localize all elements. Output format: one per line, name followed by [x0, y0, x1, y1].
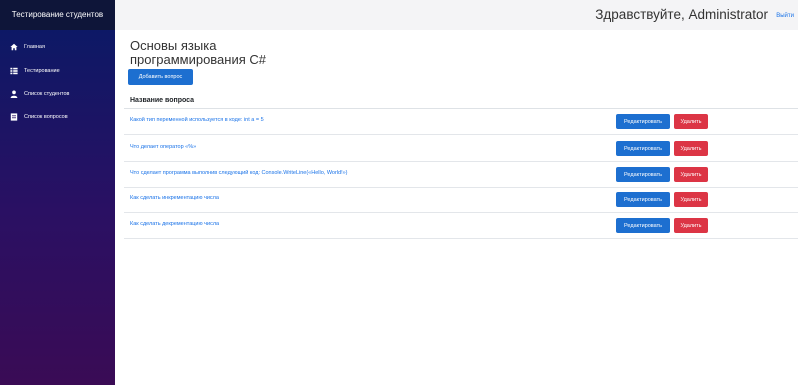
app-brand[interactable]: Тестирование студентов: [0, 0, 115, 30]
list-icon: [10, 67, 18, 75]
table-row: Что сделает программа выполнив следующий…: [124, 162, 798, 188]
edit-button[interactable]: Редактировать: [616, 167, 670, 182]
delete-button[interactable]: Удалить: [674, 114, 708, 129]
table-row: Как сделать декрементацию числа Редактир…: [124, 213, 798, 239]
edit-button[interactable]: Редактировать: [616, 192, 670, 207]
document-icon: [10, 113, 18, 121]
question-link[interactable]: Как сделать декрементацию числа: [130, 221, 219, 227]
add-question-button[interactable]: Добавить вопрос: [128, 69, 193, 85]
sidebar-item-home[interactable]: Главная: [10, 40, 110, 54]
table-row: Как сделать инкрементацию числа Редактир…: [124, 187, 798, 213]
sidebar-item-label: Тестирование: [24, 68, 60, 74]
sidebar-item-label: Список студентов: [24, 91, 70, 97]
table-row: Что делает оператор «%» Редактировать Уд…: [124, 136, 798, 162]
user-icon: [10, 90, 18, 98]
question-link[interactable]: Что делает оператор «%»: [130, 144, 196, 150]
table-row: Какой тип переменной используется в коде…: [124, 109, 798, 135]
sidebar: Тестирование студентов Главная Тестирова…: [0, 0, 115, 385]
top-bar: Здравствуйте, Administrator Выйти: [115, 0, 798, 30]
sidebar-item-label: Список вопросов: [24, 114, 68, 120]
logout-link[interactable]: Выйти: [776, 13, 794, 19]
column-header-question: Название вопроса: [130, 97, 195, 104]
edit-button[interactable]: Редактировать: [616, 141, 670, 156]
delete-button[interactable]: Удалить: [674, 218, 708, 233]
question-link[interactable]: Как сделать инкрементацию числа: [130, 195, 219, 201]
sidebar-item-label: Главная: [24, 44, 45, 50]
page-title: Основы языка программирования C#: [130, 38, 266, 67]
delete-button[interactable]: Удалить: [674, 167, 708, 182]
sidebar-item-questions[interactable]: Список вопросов: [10, 110, 110, 124]
sidebar-item-testing[interactable]: Тестирование: [10, 64, 110, 78]
sidebar-item-students[interactable]: Список студентов: [10, 87, 110, 101]
question-link[interactable]: Что сделает программа выполнив следующий…: [130, 170, 348, 176]
edit-button[interactable]: Редактировать: [616, 114, 670, 129]
home-icon: [10, 43, 18, 51]
question-link[interactable]: Какой тип переменной используется в коде…: [130, 117, 264, 123]
delete-button[interactable]: Удалить: [674, 141, 708, 156]
edit-button[interactable]: Редактировать: [616, 218, 670, 233]
delete-button[interactable]: Удалить: [674, 192, 708, 207]
greeting-text: Здравствуйте, Administrator: [595, 7, 768, 22]
